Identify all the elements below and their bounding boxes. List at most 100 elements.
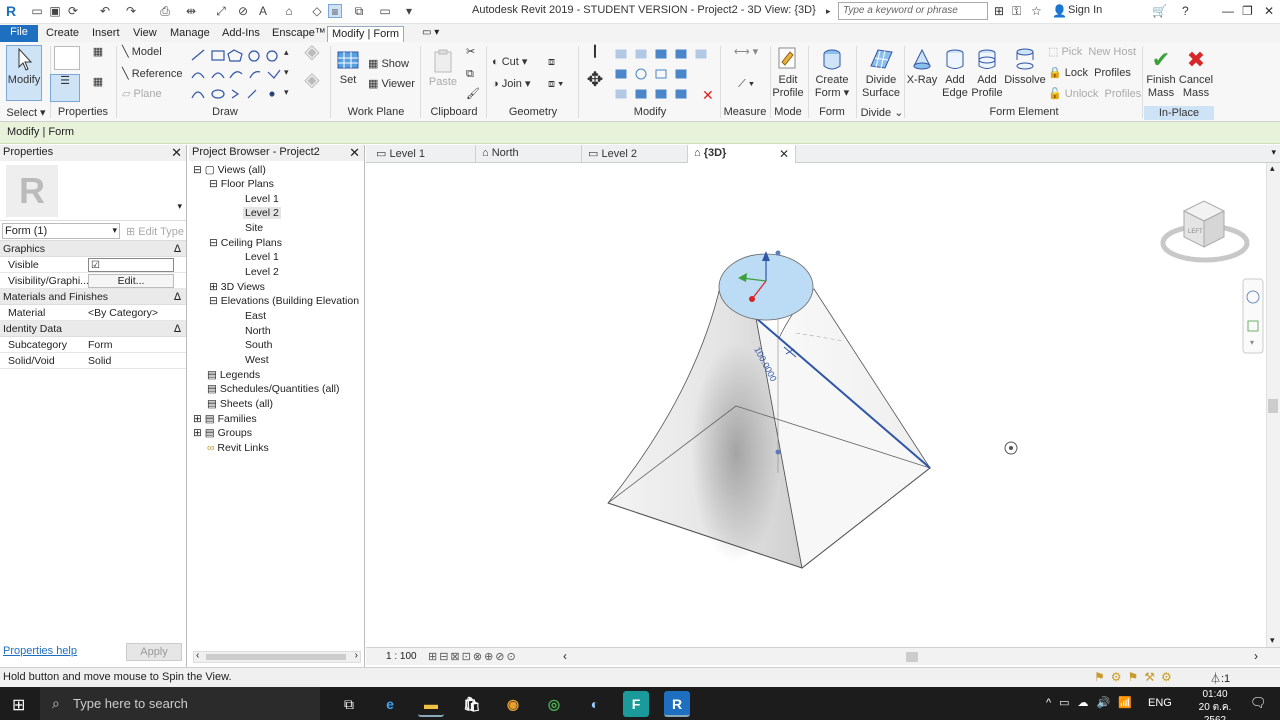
family-category-icon[interactable]: ▦	[86, 76, 110, 100]
scroll-down-icon[interactable]: ▾	[1270, 635, 1275, 646]
scroll-right-icon[interactable]: ›	[355, 650, 358, 661]
tree-3d-views[interactable]: ⊞ 3D Views	[209, 281, 265, 293]
set-workplane-button[interactable]: Set	[334, 48, 362, 87]
tab-add-ins[interactable]: Add-Ins	[218, 26, 264, 42]
measure-icon[interactable]: ⇹	[184, 4, 198, 18]
redo-icon[interactable]: ↷	[124, 4, 138, 18]
tab-file[interactable]: File	[0, 25, 38, 42]
draw-scroll-up-icon[interactable]: ▴	[284, 46, 289, 59]
type-selector-dropdown[interactable]: Form (1) ▾	[2, 223, 120, 239]
divide-panel-label[interactable]: Divide ⌄	[860, 106, 904, 119]
tree-elevation-east[interactable]: East	[245, 310, 266, 322]
selection-option-icons[interactable]: ⚑⚙⚑⚒⚙	[1094, 670, 1178, 684]
scroll-thumb[interactable]	[1268, 399, 1278, 413]
tree-floor-site[interactable]: Site	[245, 222, 263, 234]
cart-icon[interactable]: 🛒	[1152, 4, 1167, 18]
clock[interactable]: 01:40 20 ต.ค. 2562	[1194, 689, 1236, 726]
open-icon[interactable]: ▭	[30, 4, 44, 18]
3d-view-icon[interactable]: ⌂	[282, 4, 296, 18]
tree-floor-plans[interactable]: ⊟ Floor Plans	[209, 178, 274, 190]
tree-groups[interactable]: ⊞ ▤ Groups	[193, 427, 252, 439]
close-browser-icon[interactable]: ✕	[349, 145, 360, 161]
tree-views-all[interactable]: ⊟ ▢ Views (all)	[193, 164, 266, 176]
hscroll-thumb[interactable]	[906, 652, 918, 662]
properties-toggle-icon[interactable]: ☰	[50, 74, 80, 102]
tab-enscape[interactable]: Enscape™	[268, 26, 330, 42]
aligned-dimension-icon[interactable]: ⟋ ▾	[726, 78, 766, 91]
draw-expand-icon[interactable]: ▾	[284, 86, 289, 99]
lock-profiles-button[interactable]: 🔒 Lock Profiles	[1048, 67, 1131, 80]
unlock-profiles-button[interactable]: 🔓 Unlock Profiles	[1048, 88, 1141, 101]
split-face-icon[interactable]: ⧈ ▾	[548, 78, 563, 91]
browser-hscroll[interactable]: ‹ ›	[193, 650, 361, 663]
save-icon[interactable]: ▣	[48, 4, 62, 18]
visible-checkbox[interactable]: ☑	[88, 258, 174, 272]
tab-modify-form[interactable]: Modify | Form	[327, 26, 405, 42]
sign-in-link[interactable]: Sign In	[1068, 4, 1102, 16]
wall-joins-icon[interactable]: ⧈	[548, 56, 555, 69]
edit-profile-button[interactable]: Edit Profile	[772, 46, 804, 100]
system-tray-icons[interactable]: ^▭☁🔊📶	[1046, 696, 1140, 709]
navigation-bar[interactable]: ▾	[1242, 278, 1264, 354]
tree-legends[interactable]: ▤ Legends	[207, 369, 260, 381]
tree-revit-links[interactable]: ∞ Revit Links	[207, 442, 269, 454]
nav-expand-icon[interactable]: ▾	[1250, 338, 1254, 347]
cut-icon[interactable]: ✂	[466, 46, 475, 59]
section-materials[interactable]: Materials and Finishes ᐃ	[0, 289, 186, 305]
gizmo-x-handle[interactable]	[749, 296, 755, 302]
tab-create[interactable]: Create	[42, 26, 83, 42]
align-icon[interactable]: ▕▏	[584, 46, 606, 68]
revit-app-icon[interactable]: R	[664, 691, 690, 717]
filter-icon[interactable]: ⏃:1	[1210, 670, 1230, 686]
subscription-icon[interactable]: ⚿	[1012, 4, 1021, 19]
divide-surface-button[interactable]: Divide Surface	[860, 46, 902, 100]
show-workplane-button[interactable]: ▦ Show	[368, 58, 409, 71]
minimize-button[interactable]: —	[1222, 4, 1234, 18]
view-cube[interactable]: LEFT	[1160, 200, 1250, 263]
scroll-left-icon[interactable]: ‹	[196, 650, 199, 661]
type-dropdown-icon[interactable]: ▾	[177, 201, 182, 212]
add-profile-button[interactable]: Add Profile	[970, 46, 1004, 100]
view-control-icons[interactable]: ⊞⊟⊠⊡⊗⊕⊘⊙	[428, 650, 518, 663]
viewer-button[interactable]: ▦ Viewer	[368, 78, 415, 91]
tree-sheets[interactable]: ▤ Sheets (all)	[207, 398, 273, 410]
reference-line-button[interactable]: ╲ Reference	[122, 68, 182, 81]
help-icon[interactable]: ?	[1182, 4, 1189, 18]
tree-schedules[interactable]: ▤ Schedules/Quantities (all)	[207, 383, 340, 395]
task-view-icon[interactable]: ⧉	[336, 691, 362, 717]
tab-3d[interactable]: ⌂ {3D} ✕	[688, 145, 796, 163]
section-graphics[interactable]: Graphics ᐃ	[0, 241, 186, 257]
viewport-vscroll[interactable]: ▴ ▾	[1266, 163, 1280, 647]
edge-browser-icon[interactable]: e	[377, 691, 403, 717]
pick-faces-icon[interactable]: ◈	[300, 70, 324, 98]
binoculars-icon[interactable]: ⊞	[994, 4, 1004, 18]
language-indicator[interactable]: ENG	[1148, 697, 1172, 709]
paste-button[interactable]: Paste	[428, 48, 458, 89]
create-form-button[interactable]: Create Form ▾	[812, 46, 852, 100]
section-identity[interactable]: Identity Data ᐃ	[0, 321, 186, 337]
pick-new-host-button[interactable]: ⬚ Pick New Host	[1048, 46, 1136, 59]
cancel-mass-button[interactable]: ✖ Cancel Mass	[1178, 48, 1214, 100]
tree-ceiling-level-2[interactable]: Level 2	[245, 266, 279, 278]
switch-windows-icon[interactable]: ▭	[378, 4, 392, 18]
tabs-dropdown-icon[interactable]: ▾	[1271, 147, 1276, 158]
match-properties-icon[interactable]: 🖌	[466, 88, 480, 101]
plane-button[interactable]: ▱ Plane	[122, 88, 162, 101]
tab-insert[interactable]: Insert	[88, 26, 124, 42]
text-icon[interactable]: A	[256, 4, 270, 18]
undo-icon[interactable]: ↶	[98, 4, 112, 18]
tab-level-1[interactable]: ▭ Level 1	[370, 145, 476, 163]
xray-button[interactable]: X-Ray	[906, 46, 938, 87]
section-icon[interactable]: ◇	[310, 4, 324, 18]
search-input[interactable]: Type a keyword or phrase	[838, 2, 988, 20]
tab-level-2[interactable]: ▭ Level 2	[582, 145, 688, 163]
scroll-up-icon[interactable]: ▴	[1270, 163, 1275, 174]
qat-dropdown-icon[interactable]: ▾	[402, 4, 416, 18]
notifications-icon[interactable]: 🗨	[1250, 695, 1267, 711]
formit-icon[interactable]: F	[623, 691, 649, 717]
scroll-thumb[interactable]	[206, 654, 346, 660]
tree-families[interactable]: ⊞ ▤ Families	[193, 413, 257, 425]
modify-button[interactable]: Modify	[6, 45, 42, 101]
join-geometry-button[interactable]: ◑ Join ▾	[492, 78, 530, 91]
store-icon[interactable]: 🛍	[459, 691, 485, 717]
